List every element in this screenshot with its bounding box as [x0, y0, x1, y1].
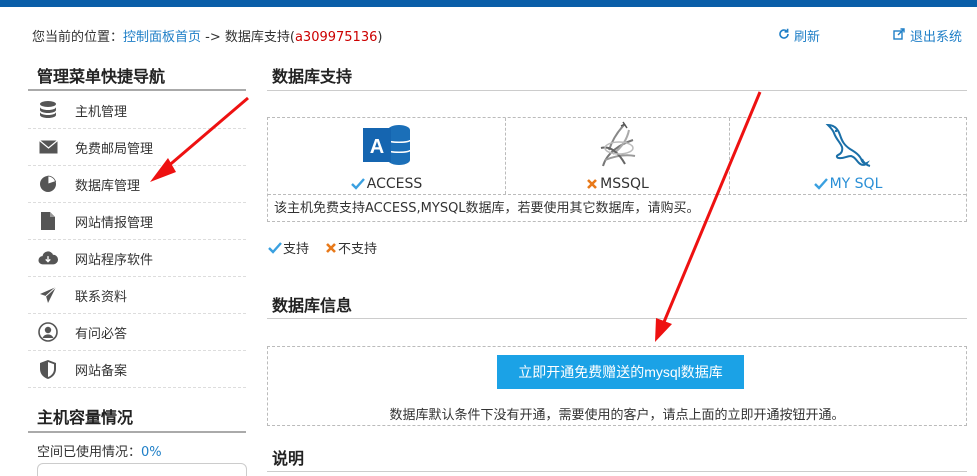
desc-divider [267, 471, 967, 472]
user-circle-icon [38, 322, 58, 342]
refresh-button[interactable]: 刷新 [778, 26, 820, 45]
cross-icon [326, 242, 336, 253]
cloud-download-icon [38, 248, 58, 268]
top-bar [0, 0, 977, 7]
legend-supported-label: 支持 [283, 242, 310, 257]
check-icon [268, 241, 282, 254]
breadcrumb-prefix: 您当前的位置： [32, 30, 124, 45]
sidebar-item-icp[interactable]: 网站备案 [28, 351, 246, 388]
sidebar-item-database[interactable]: 数据库管理 [28, 166, 246, 203]
envelope-icon [38, 137, 58, 157]
sidebar-item-label: 联系资料 [75, 289, 128, 305]
svg-text:A: A [369, 136, 383, 158]
breadcrumb: 您当前的位置：控制面板首页 -> 数据库支持(a309975136) [32, 26, 383, 45]
support-legend: 支持 不支持 [268, 238, 393, 257]
db-open-panel: 立即开通免费赠送的mysql数据库 数据库默认条件下没有开通，需要使用的客户，请… [267, 346, 967, 426]
db-open-note: 数据库默认条件下没有开通，需要使用的客户，请点上面的立即开通按钮开通。 [389, 408, 845, 423]
db-cell-mssql: MSSQL [506, 118, 730, 194]
cross-icon [587, 179, 598, 189]
sidebar-item-faq[interactable]: 有问必答 [28, 314, 246, 351]
logout-button[interactable]: 退出系统 [893, 26, 962, 45]
sidebar-item-host[interactable]: 主机管理 [28, 92, 246, 129]
sidebar-item-label: 数据库管理 [75, 178, 141, 194]
paper-plane-icon [38, 285, 58, 305]
breadcrumb-current: 数据库支持( [224, 30, 295, 45]
pie-chart-icon [38, 174, 58, 194]
refresh-label: 刷新 [794, 30, 821, 45]
mssql-logo-icon [595, 120, 641, 170]
db-name-label: MY SQL [829, 176, 883, 192]
db-support-title: 数据库支持 [272, 67, 353, 86]
capacity-usage: 空间已使用情况：0% [37, 441, 162, 460]
legend-unsupported: 不支持 [325, 238, 377, 257]
capacity-title: 主机容量情况 [37, 408, 134, 427]
db-cell-access: A ACCESS [268, 118, 506, 194]
db-name-label: MSSQL [600, 176, 649, 192]
mysql-dolphin-icon [822, 120, 874, 170]
db-name-mssql: MSSQL [586, 176, 649, 192]
sidebar-item-label: 网站备案 [75, 363, 128, 379]
sidebar-item-software[interactable]: 网站程序软件 [28, 240, 246, 277]
file-icon [38, 211, 58, 231]
check-icon [813, 178, 828, 190]
db-support-note: 该主机免费支持ACCESS,MYSQL数据库，若要使用其它数据库，请购买。 [268, 194, 966, 221]
database-icon [38, 100, 58, 120]
desc-title: 说明 [272, 449, 305, 468]
capacity-bar [37, 463, 247, 476]
shield-icon [38, 359, 58, 379]
db-cell-mysql: MY SQL [730, 118, 966, 194]
sidebar-item-mail[interactable]: 免费邮局管理 [28, 129, 246, 166]
db-info-divider [267, 318, 967, 319]
check-icon [350, 178, 365, 190]
breadcrumb-close: ) [377, 30, 383, 45]
db-name-access: ACCESS [350, 176, 423, 192]
db-name-label: ACCESS [366, 176, 423, 192]
sidebar-divider [28, 89, 246, 91]
db-support-divider [267, 90, 967, 91]
sidebar-menu: 主机管理 免费邮局管理 数据库管理 网站情报管理 网站程序软件 联系资料 有问必… [28, 92, 246, 388]
capacity-divider [28, 431, 246, 433]
legend-unsupported-label: 不支持 [338, 242, 378, 257]
sidebar-item-label: 网站情报管理 [75, 215, 154, 231]
capacity-value: 0% [141, 445, 162, 460]
sidebar-item-label: 有问必答 [75, 326, 128, 342]
db-support-table: A ACCESS MSSQL MY SQL 该主机免费支持ACCESS,MYSQ… [267, 117, 967, 222]
refresh-icon [778, 28, 790, 44]
legend-supported: 支持 [268, 238, 309, 257]
sidebar-item-label: 主机管理 [75, 104, 128, 120]
open-mysql-button[interactable]: 立即开通免费赠送的mysql数据库 [497, 355, 744, 389]
sidebar-item-label: 网站程序软件 [75, 252, 154, 268]
logout-label: 退出系统 [910, 30, 963, 45]
access-logo-icon: A [361, 120, 413, 170]
db-info-title: 数据库信息 [272, 296, 353, 315]
breadcrumb-account: a309975136 [294, 30, 378, 45]
logout-icon [893, 27, 906, 44]
breadcrumb-home-link[interactable]: 控制面板首页 [123, 30, 201, 45]
sidebar-title: 管理菜单快捷导航 [37, 67, 166, 86]
db-name-mysql: MY SQL [813, 176, 883, 192]
breadcrumb-separator: -> [201, 30, 225, 45]
capacity-label: 空间已使用情况： [37, 445, 142, 460]
sidebar-item-contact[interactable]: 联系资料 [28, 277, 246, 314]
sidebar-item-label: 免费邮局管理 [75, 141, 154, 157]
sidebar-item-site-info[interactable]: 网站情报管理 [28, 203, 246, 240]
